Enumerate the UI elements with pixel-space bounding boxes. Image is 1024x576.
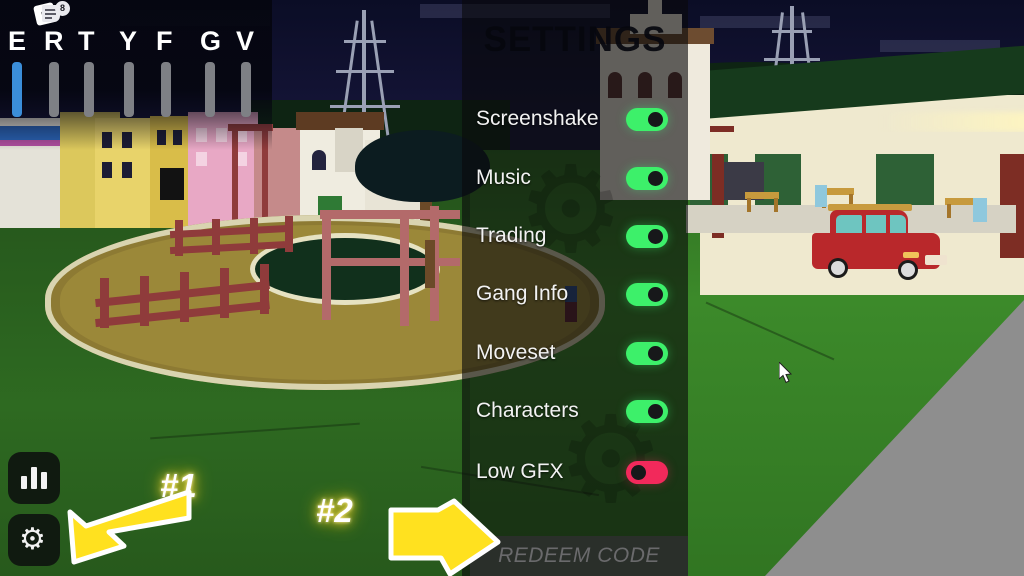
toggle-trading[interactable] — [626, 224, 668, 248]
gear-icon: ⚙ — [19, 523, 46, 556]
setting-label: Characters — [476, 399, 579, 422]
roblox-top-left-hud: 8 E R T Y F G V — [0, 0, 272, 150]
setting-label: Moveset — [476, 341, 556, 364]
setting-label: Screenshake — [476, 107, 599, 130]
toggle-low-gfx[interactable] — [626, 460, 668, 484]
arrow-down-left-icon — [67, 489, 192, 565]
doorway — [160, 168, 184, 200]
toggle-characters[interactable] — [626, 399, 668, 423]
keybind-bar-5[interactable] — [161, 62, 171, 117]
setting-row-trading[interactable]: Trading — [462, 219, 688, 253]
toggle-music[interactable] — [626, 166, 668, 190]
setting-row-characters[interactable]: Characters — [462, 394, 688, 428]
settings-panel: ⚙ ⚙ SETTINGS Screenshake Music Trading G… — [462, 0, 688, 576]
setting-label: Music — [476, 166, 531, 189]
keybind-bar-2[interactable] — [49, 62, 59, 117]
keybind-letter-6[interactable]: G — [200, 26, 221, 57]
game-screenshot: 8 E R T Y F G V ⚙ ⚙ SETTINGS Screenshake… — [0, 0, 1024, 576]
keybind-bar-1[interactable] — [12, 62, 22, 117]
keybind-bar-6[interactable] — [205, 62, 215, 117]
keybind-bar-7[interactable] — [241, 62, 251, 117]
annotation-label-2: #2 — [316, 492, 353, 529]
setting-row-gang-info[interactable]: Gang Info — [462, 277, 688, 311]
bar-chart-icon — [21, 467, 47, 489]
setting-row-music[interactable]: Music — [462, 161, 688, 195]
keybind-letter-7[interactable]: V — [236, 26, 254, 57]
keybind-letter-4[interactable]: Y — [119, 26, 137, 57]
setting-label: Low GFX — [476, 460, 564, 483]
redeem-code-label: REDEEM CODE — [498, 544, 660, 567]
chat-list-icon[interactable]: 8 — [42, 1, 70, 24]
trash-bin — [973, 198, 987, 222]
trash-bin — [815, 185, 827, 207]
setting-label: Trading — [476, 224, 547, 247]
mouse-cursor — [779, 362, 793, 384]
setting-row-screenshake[interactable]: Screenshake — [462, 102, 688, 136]
toggle-screenshake[interactable] — [626, 107, 668, 131]
chat-unread-badge: 8 — [55, 1, 70, 16]
toggle-moveset[interactable] — [626, 341, 668, 365]
setting-row-moveset[interactable]: Moveset — [462, 336, 688, 370]
keybind-row: E R T Y F G V — [0, 22, 272, 62]
setting-row-low-gfx[interactable]: Low GFX — [462, 455, 688, 489]
keybind-bar-3[interactable] — [84, 62, 94, 117]
arrow-right-icon — [388, 498, 501, 576]
keybind-letter-1[interactable]: E — [8, 26, 26, 57]
setting-label: Gang Info — [476, 282, 569, 305]
keybind-letter-5[interactable]: F — [156, 26, 173, 57]
light-glow — [880, 112, 1024, 132]
toggle-gang-info[interactable] — [626, 282, 668, 306]
settings-title: SETTINGS — [483, 20, 667, 59]
keybind-bar-4[interactable] — [124, 62, 134, 117]
keybind-letter-3[interactable]: T — [78, 26, 95, 57]
keybind-letter-2[interactable]: R — [44, 26, 64, 57]
